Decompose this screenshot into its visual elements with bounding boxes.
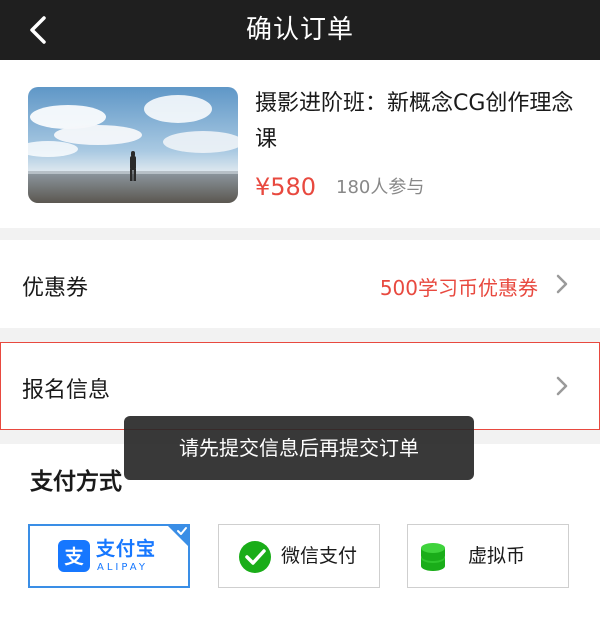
alipay-icon: 支 (58, 540, 90, 572)
wechat-pay-icon (237, 539, 273, 575)
participant-count: 180人参与 (336, 177, 425, 198)
course-title: 摄影进阶班：新概念CG创作理念课 (255, 91, 574, 152)
payment-option-wechat[interactable]: 微信支付 (218, 524, 380, 588)
course-thumbnail (28, 87, 238, 203)
course-price: ¥580 (255, 173, 317, 201)
payment-option-coin[interactable]: 虚拟币 (407, 524, 569, 588)
coupon-row[interactable]: 优惠券 500学习币优惠券 (0, 240, 600, 328)
page-title: 确认订单 (245, 15, 354, 45)
svg-text:支: 支 (63, 546, 84, 568)
chevron-right-icon (552, 372, 572, 400)
section-divider (0, 328, 600, 342)
toast-message: 请先提交信息后再提交订单 (124, 416, 474, 480)
coupon-label: 优惠券 (22, 276, 89, 301)
payment-title: 支付方式 (30, 469, 122, 495)
alipay-name: 支付宝 (96, 538, 157, 560)
section-divider (0, 228, 600, 240)
course-card[interactable]: 摄影进阶班：新概念CG创作理念课 ¥580 180人参与 (0, 60, 600, 228)
coin-stack-icon (420, 539, 446, 573)
wechat-pay-name: 微信支付 (281, 545, 358, 567)
payment-option-alipay[interactable]: 支 支付宝 ALIPAY (28, 524, 190, 588)
coupon-value: 500学习币优惠券 (379, 276, 538, 300)
chevron-right-icon (552, 270, 572, 298)
alipay-subtitle: ALIPAY (97, 562, 148, 573)
coin-name: 虚拟币 (468, 545, 526, 567)
signup-info-label: 报名信息 (22, 378, 111, 403)
selected-check-icon (167, 525, 189, 547)
top-nav-bar: 确认订单 (0, 0, 600, 60)
